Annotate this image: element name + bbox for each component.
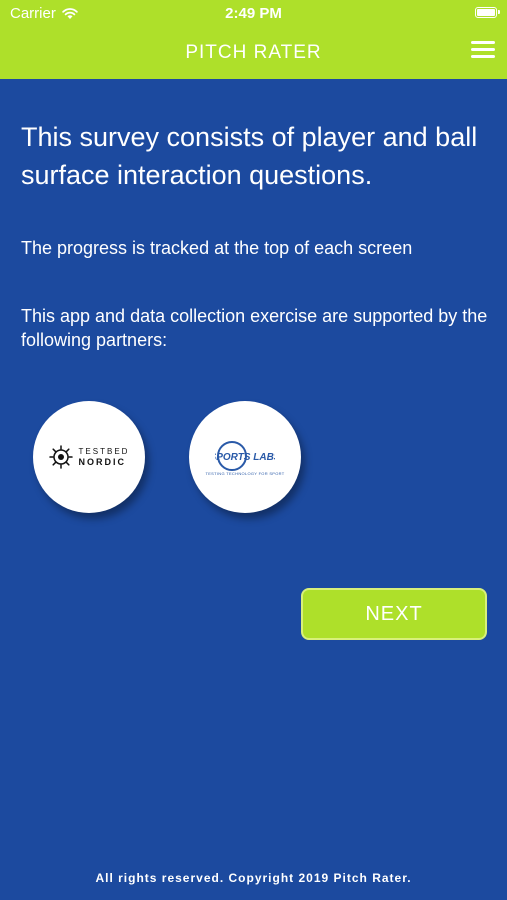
- hamburger-menu-icon[interactable]: [471, 41, 495, 61]
- footer-copyright: All rights reserved. Copyright 2019 Pitc…: [95, 871, 412, 885]
- sports-labs-wordmark-icon: SPORTS LABS: [215, 440, 275, 471]
- battery-icon: [475, 7, 500, 18]
- status-time: 2:49 PM: [225, 5, 282, 22]
- top-bar: Carrier 2:49 PM PITCH RATER: [0, 0, 507, 79]
- testbed-nordic-logo: TESTBED NORDIC: [48, 445, 130, 469]
- sports-labs-tagline: TESTING TECHNOLOGY FOR SPORT: [205, 470, 285, 476]
- partner-logo-sports-labs[interactable]: SPORTS LABS TESTING TECHNOLOGY FOR SPORT: [189, 401, 301, 513]
- testbed-label: TESTBED: [78, 447, 130, 456]
- app-title: PITCH RATER: [185, 42, 322, 63]
- progress-note: The progress is tracked at the top of ea…: [21, 238, 413, 258]
- next-button[interactable]: NEXT: [301, 588, 487, 640]
- football-icon: [48, 445, 73, 469]
- nordic-label: NORDIC: [78, 457, 127, 467]
- partner-logo-testbed-nordic[interactable]: TESTBED NORDIC: [33, 401, 145, 513]
- sports-labs-logo: SPORTS LABS TESTING TECHNOLOGY FOR SPORT: [205, 439, 284, 476]
- status-bar: Carrier 2:49 PM: [0, 0, 507, 28]
- sports-labs-label: SPORTS LABS: [215, 452, 275, 463]
- survey-headline: This survey consists of player and ball …: [21, 122, 478, 190]
- partners-intro: This app and data collection exercise ar…: [21, 306, 488, 350]
